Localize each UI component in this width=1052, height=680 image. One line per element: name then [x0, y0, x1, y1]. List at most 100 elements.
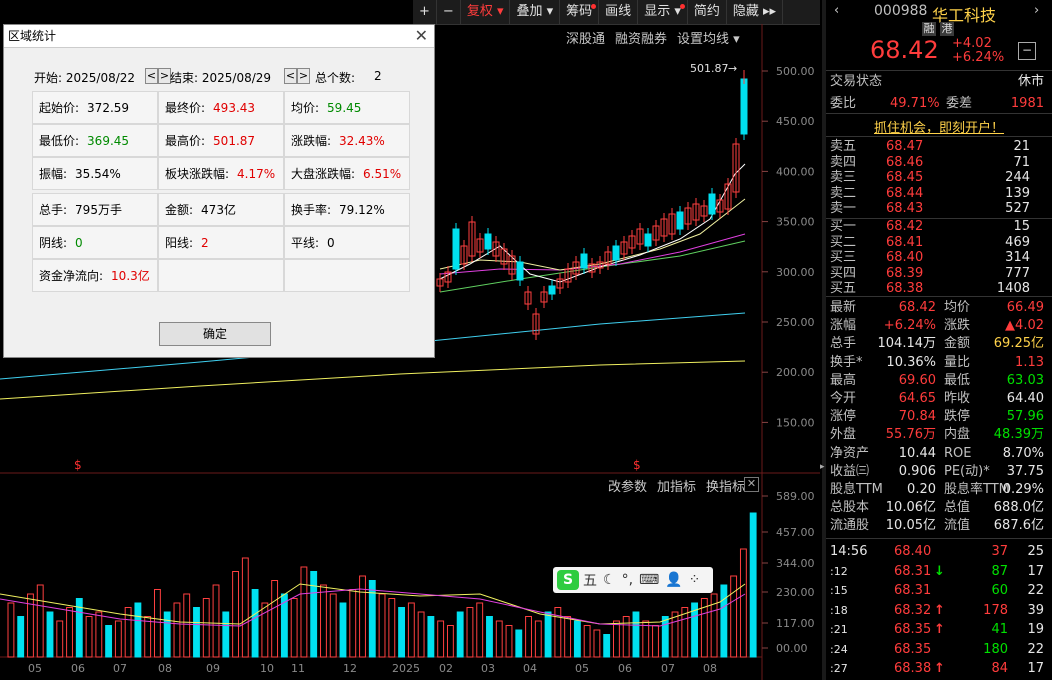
collapse-button[interactable]: −: [1018, 42, 1036, 60]
toolbar-item-3[interactable]: 叠加 ▾: [510, 0, 561, 24]
price-change: +4.02: [952, 36, 992, 51]
stat-value: 8.70%: [1002, 445, 1044, 461]
moon-icon[interactable]: ☾: [603, 572, 616, 588]
stat-row: 最新 68.42 均价 66.49: [830, 299, 1048, 317]
end-next-button[interactable]: >: [297, 68, 310, 84]
order-row[interactable]: 买二 68.41 469: [830, 235, 1048, 251]
ime-mode-label[interactable]: 五: [583, 570, 597, 590]
order-row[interactable]: 买四 68.39 777: [830, 266, 1048, 282]
dividend-marker[interactable]: $: [633, 458, 641, 472]
stat-value: 69.60: [898, 372, 936, 388]
volume-x-tick-label: 08: [703, 662, 717, 675]
volume-bar: [36, 584, 44, 658]
stat-value: 10.44: [898, 445, 936, 461]
stat-label: 均价:: [291, 101, 320, 115]
toolbar-item-4[interactable]: 筹码: [560, 0, 600, 24]
volume-y-tick-label: 457.00: [776, 526, 815, 539]
promo-link[interactable]: 抓住机会，即刻开户！: [874, 117, 1004, 136]
order-row[interactable]: 卖三 68.45 244: [830, 170, 1048, 186]
tick-row: 14:56 68.40 37 25: [830, 543, 1048, 561]
toolbar-item-label: 叠加 ▾: [516, 4, 554, 19]
dividend-marker[interactable]: $: [74, 458, 82, 472]
order-row[interactable]: 买三 68.40 314: [830, 250, 1048, 266]
volume-x-tick-label: 06: [71, 662, 85, 675]
order-volume: 1408: [996, 281, 1030, 297]
volume-bar: [232, 571, 239, 658]
volume-bar: [105, 625, 113, 658]
toolbar-item-1[interactable]: −: [437, 0, 461, 24]
menu-item-2[interactable]: 设置均线 ▾: [677, 32, 740, 47]
volume-bar: [407, 602, 415, 658]
stat-label: 最低价:: [39, 134, 80, 148]
stat-value: 48.39万: [993, 427, 1044, 443]
menu-item-2[interactable]: 换指标: [706, 480, 745, 495]
close-icon[interactable]: ✕: [744, 477, 759, 492]
volume-bar: [466, 607, 474, 658]
tick-time: :21: [830, 623, 848, 636]
tick-time: :12: [830, 564, 848, 578]
volume-bar: [241, 557, 249, 658]
grid-icon[interactable]: ⁘: [689, 572, 701, 588]
order-volume: 15: [1013, 219, 1030, 234]
forward-arrow-icon[interactable]: ›: [1034, 3, 1039, 18]
toolbar-item-0[interactable]: +: [413, 0, 437, 24]
toolbar-item-8[interactable]: 隐藏 ▸▸: [727, 0, 784, 24]
stat-value: 104.14万: [877, 336, 937, 352]
volume-x-tick-label: 10: [260, 662, 274, 675]
menu-item-0[interactable]: 改参数: [608, 480, 647, 495]
menu-item-1[interactable]: 加指标: [657, 480, 696, 495]
y-tick-label: 350.00: [776, 216, 815, 229]
order-level-label: 卖三: [830, 170, 857, 186]
end-prev-button[interactable]: <: [284, 68, 297, 84]
count-label: 总个数:: [315, 71, 356, 85]
volume-bar: [320, 584, 327, 658]
volume-bar: [583, 625, 591, 658]
stat-cell: 换手率: 79.12%: [284, 193, 410, 226]
stat-name: 收益㈢: [830, 463, 870, 479]
stat-value: 10.36%: [886, 354, 936, 370]
end-nav: < >: [284, 68, 310, 84]
toolbar-item-label: 显示 ▾: [644, 4, 681, 19]
order-volume: 527: [1005, 201, 1030, 217]
toolbar-item-5[interactable]: 画线: [599, 0, 639, 24]
toolbar-item-7[interactable]: 简约: [688, 0, 727, 24]
candle-body: [452, 228, 460, 270]
comma-icon[interactable]: °,: [622, 572, 633, 588]
menu-item-1[interactable]: 融资融券: [615, 32, 667, 47]
price-change-pct: +6.24%: [952, 50, 1005, 65]
order-level-label: 卖四: [830, 154, 857, 170]
stat-cell: 涨跌幅: 32.43%: [284, 124, 410, 157]
volume-bar: [222, 611, 230, 658]
ime-toolbar[interactable]: S 五 ☾ °, ⌨ 👤 ⁘: [553, 567, 713, 593]
y-tick-label: 200.00: [776, 366, 815, 379]
order-row[interactable]: 卖一 68.43 527: [830, 201, 1048, 217]
toolbar-item-2[interactable]: 复权 ▾: [461, 0, 511, 24]
back-arrow-icon[interactable]: ‹: [834, 3, 839, 18]
volume-bar: [378, 593, 386, 658]
stat-value: ▲4.02: [1005, 318, 1044, 334]
tick-row: :27 68.38 ↑ 84 17: [830, 660, 1048, 678]
user-icon[interactable]: 👤: [665, 572, 682, 588]
order-row[interactable]: 卖二 68.44 139: [830, 186, 1048, 202]
order-row[interactable]: 卖五 68.47 21: [830, 139, 1048, 155]
divider-handle-icon[interactable]: ▸: [820, 462, 826, 472]
stat-value: 0: [327, 236, 335, 250]
order-price: 68.39: [886, 265, 924, 281]
toolbar-item-label: 复权 ▾: [466, 4, 504, 19]
region-stats-dialog: 区域统计 ✕ 开始: 2025/08/22 < > 结束: 2025/08/29 …: [3, 24, 435, 358]
keyboard-icon[interactable]: ⌨: [639, 572, 659, 588]
order-price: 68.42: [886, 219, 924, 234]
order-row[interactable]: 卖四 68.46 71: [830, 155, 1048, 171]
toolbar-item-6[interactable]: 显示 ▾: [638, 0, 688, 24]
menu-item-0[interactable]: 深股通: [566, 32, 605, 47]
dialog-close-icon[interactable]: ✕: [415, 26, 428, 45]
stat-value: 55.76万: [885, 427, 936, 443]
start-prev-button[interactable]: <: [145, 68, 158, 84]
ok-button[interactable]: 确定: [159, 322, 271, 346]
order-row[interactable]: 买一 68.42 15: [830, 219, 1048, 235]
order-row[interactable]: 买五 68.38 1408: [830, 281, 1048, 297]
stat-label: 平线:: [291, 236, 320, 250]
panel-divider[interactable]: [822, 0, 826, 680]
stat-name: 换手*: [830, 354, 863, 370]
stat-name: 总手: [830, 336, 857, 352]
